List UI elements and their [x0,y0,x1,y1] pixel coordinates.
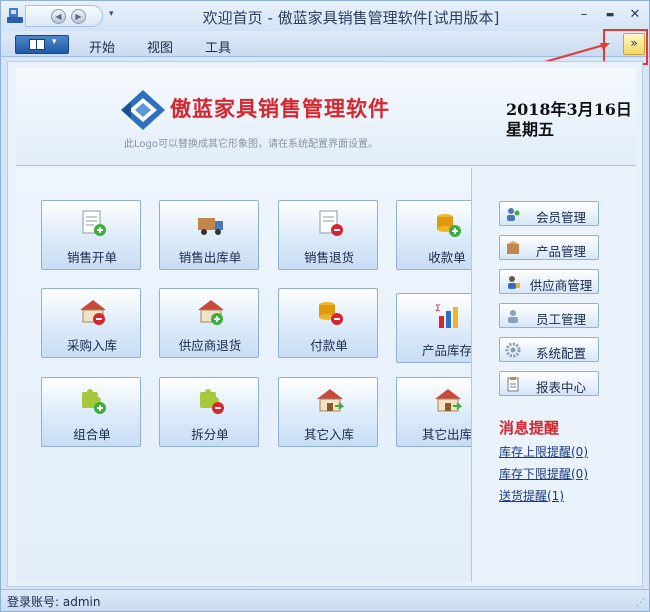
employees-button[interactable]: 员工管理 [499,303,599,328]
tile-supplier-return[interactable]: 供应商退货 [159,288,259,358]
tile-payment[interactable]: 付款单 [278,288,378,358]
products-button[interactable]: 产品管理 [499,235,599,260]
sales-document-icon [82,210,106,236]
sales-return-icon [319,210,343,236]
suppliers-button[interactable]: 供应商管理 [499,269,599,294]
report-icon [507,377,519,392]
employee-icon [508,310,518,323]
home-content: 傲蓝家具销售管理软件 此Logo可以替换成其它形象图，请在系统配置界面设置。 2… [7,61,643,587]
button-label: 员工管理 [535,312,586,327]
reports-button[interactable]: 报表中心 [499,371,599,396]
forward-arrow-icon[interactable]: ▶ [71,9,86,24]
tile-label: 拆分单 [191,427,229,442]
settings-button[interactable]: 系统配置 [499,337,599,362]
function-grid: 销售开单 销售出库单 销售退货 收款单 采购入库 供应商退货 付款单 Σ 产品库… [16,168,496,582]
coins-add-icon [437,214,461,237]
stock-lower-alert-link[interactable]: 库存下限提醒(0) [499,465,588,482]
tile-label: 销售退货 [303,250,354,265]
button-label: 供应商管理 [529,278,593,293]
date-display: 2018年3月16日 星期五 [506,100,632,140]
window-title: 欢迎首页 - 傲蓝家具销售管理软件[试用版本] [202,9,500,27]
members-icon [507,208,520,221]
puzzle-remove-icon [200,389,224,414]
svg-text:Σ: Σ [435,304,441,314]
title-bar: ◀ ▶ ▾ 欢迎首页 - 傲蓝家具销售管理软件[试用版本] – ▬ ✕ [1,1,649,31]
tile-sales-order[interactable]: 销售开单 [41,200,141,270]
house-in-icon [317,389,345,412]
date-text: 2018年3月16日 [506,100,632,119]
header-panel: 傲蓝家具销售管理软件 此Logo可以替换成其它形象图，请在系统配置界面设置。 2… [16,68,636,166]
tile-sales-outbound[interactable]: 销售出库单 [159,200,259,270]
document-icon [29,39,45,50]
logo-note: 此Logo可以替换成其它形象图，请在系统配置界面设置。 [124,139,378,150]
button-label: 会员管理 [535,210,586,225]
application-menu-button[interactable]: ▾ [15,35,69,54]
tile-label: 采购入库 [66,338,117,353]
status-bar: 登录账号: admin ⋰ [1,589,649,611]
warehouse-in-icon [80,300,106,325]
tile-split[interactable]: 拆分单 [159,377,259,447]
close-button[interactable]: ✕ [626,7,644,23]
puzzle-add-icon [82,389,106,414]
delivery-alert-link[interactable]: 送货提醒(1) [499,487,564,504]
tab-start[interactable]: 开始 [89,37,115,56]
bar-chart-icon: Σ [435,304,458,328]
delivery-truck-icon [198,218,223,235]
house-out-icon [435,389,463,412]
members-button[interactable]: 会员管理 [499,201,599,226]
logo-text: 傲蓝家具销售管理软件 [170,97,390,121]
button-label: 系统配置 [535,346,586,361]
weekday-text: 星期五 [506,120,555,139]
product-box-icon [507,241,519,254]
main-window: ◀ ▶ ▾ 欢迎首页 - 傲蓝家具销售管理软件[试用版本] – ▬ ✕ ▾ 开始… [0,0,650,612]
back-arrow-icon[interactable]: ◀ [51,9,66,24]
gear-icon [505,342,521,358]
supplier-icon [508,276,520,289]
tile-purchase-inbound[interactable]: 采购入库 [41,288,141,358]
stock-upper-alert-link[interactable]: 库存上限提醒(0) [499,443,588,460]
tile-label: 销售出库单 [178,250,242,265]
tab-tools[interactable]: 工具 [205,37,231,56]
maximize-button[interactable]: ▬ [601,7,619,23]
tile-label: 组合单 [73,427,111,442]
tile-combine[interactable]: 组合单 [41,377,141,447]
tile-other-inbound[interactable]: 其它入库 [278,377,378,447]
supplier-return-icon [198,300,224,325]
tile-label: 其它入库 [303,427,354,442]
tile-label: 付款单 [310,338,348,353]
minimize-button[interactable]: – [575,7,593,23]
tile-label: 供应商退货 [178,338,242,353]
button-label: 报表中心 [535,380,586,395]
tile-label: 销售开单 [66,250,117,265]
coins-pay-icon [319,302,343,325]
tile-sales-return[interactable]: 销售退货 [278,200,378,270]
chevron-down-icon: ▾ [52,37,57,47]
logo-icon [121,90,165,130]
messages-title: 消息提醒 [499,419,560,437]
quick-access-dropdown[interactable]: ▾ [109,9,114,19]
login-account-text: 登录账号: admin [7,595,101,609]
button-label: 产品管理 [535,244,586,259]
tab-view[interactable]: 视图 [147,37,173,56]
shortcut-sidebar: 会员管理 产品管理 供应商管理 员工管理 系统配置 报表中心 消息提醒 库存上限… [471,168,636,582]
quick-access-toolbar: ◀ ▶ [25,5,103,27]
resize-grip-icon[interactable]: ⋰ [636,598,645,608]
app-icon [7,8,23,23]
